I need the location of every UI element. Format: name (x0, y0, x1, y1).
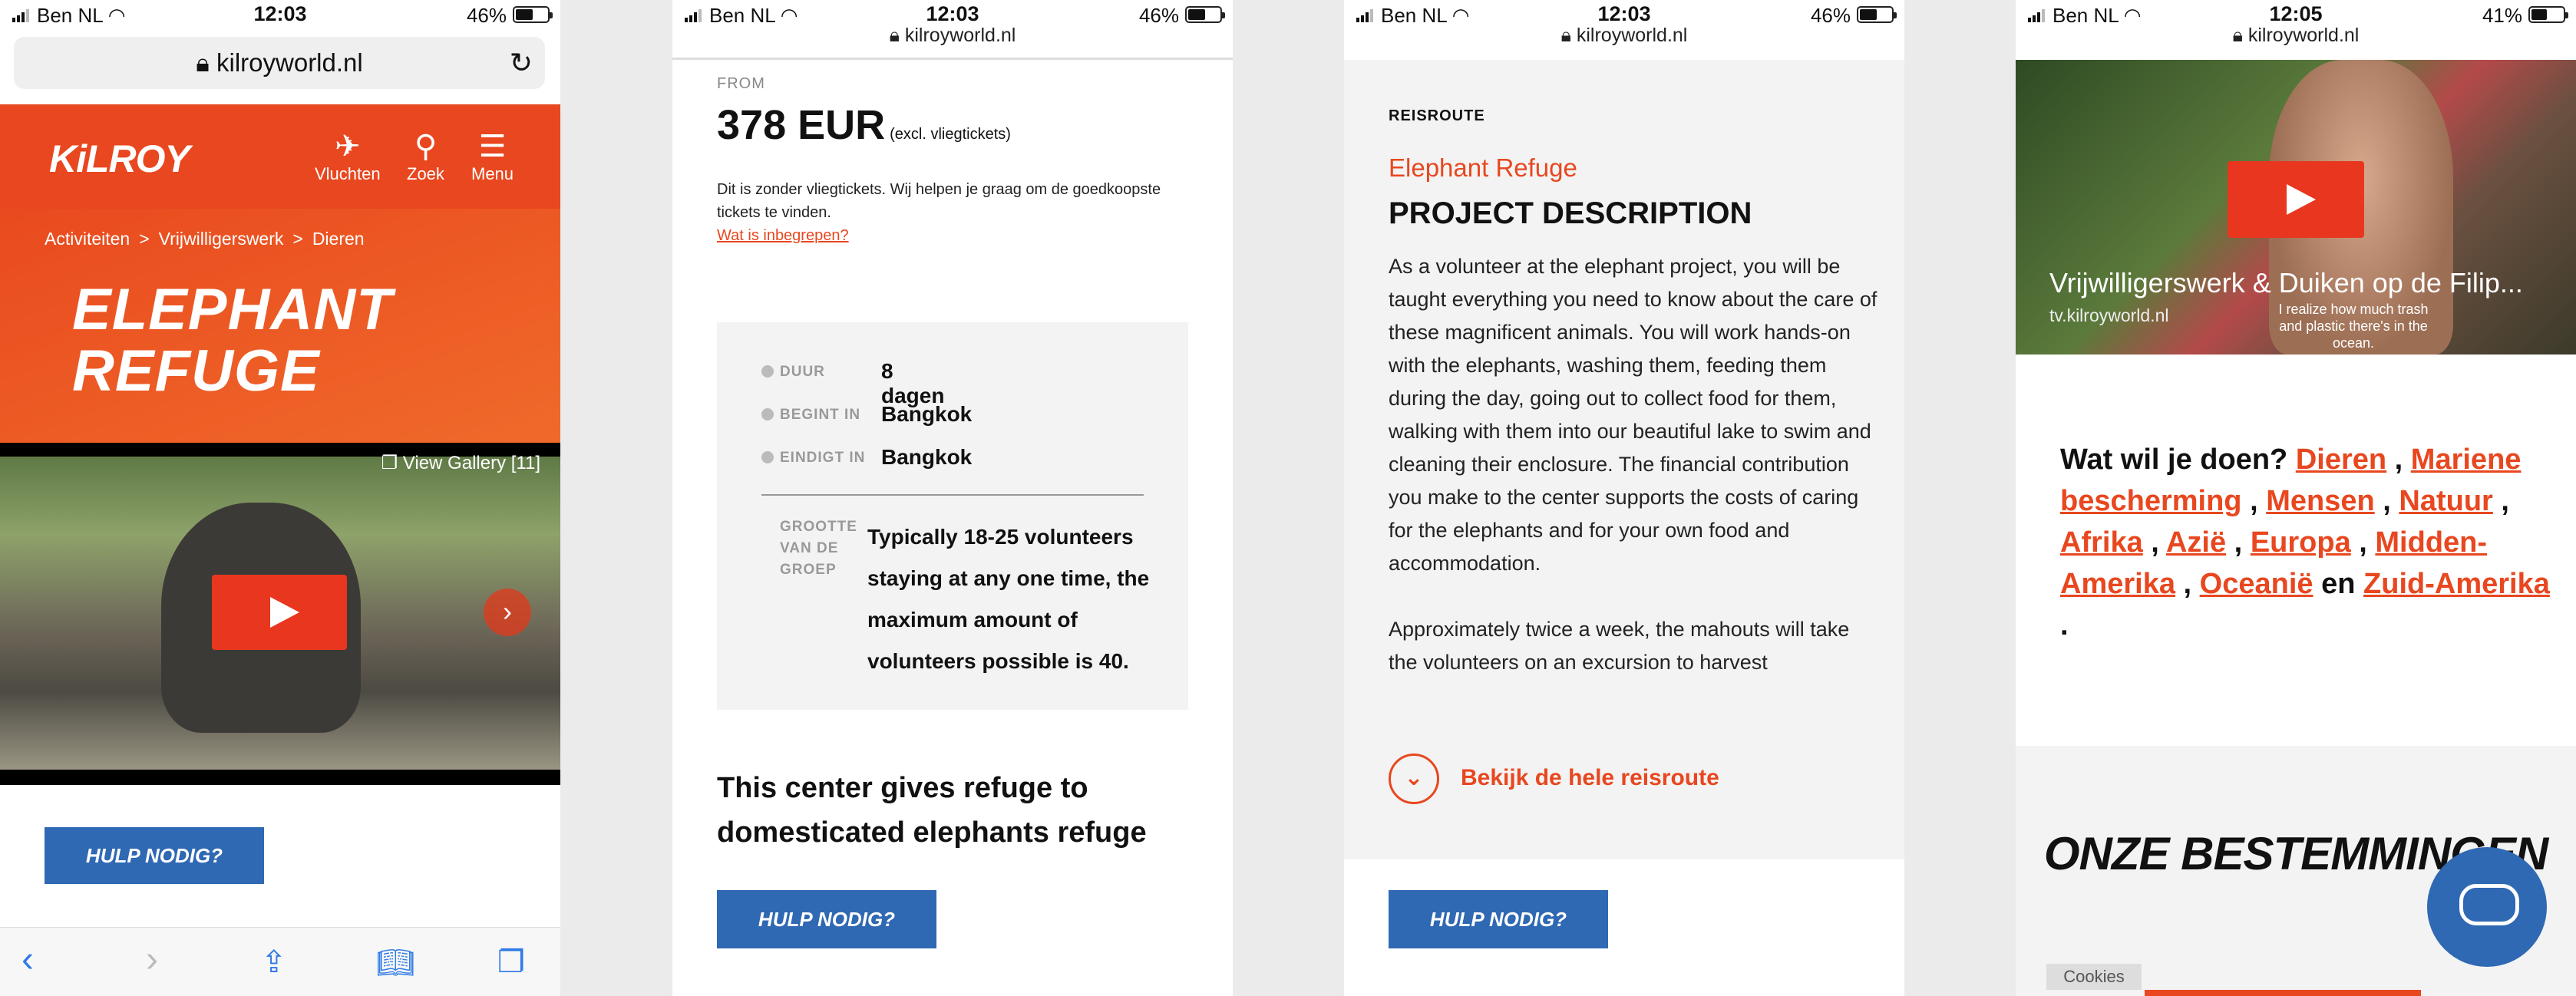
url-text[interactable]: 🔒︎ kilroyworld.nl (672, 25, 1233, 47)
phone-screen-2: Ben NL ◠ 12:03 46% 🔒︎ kilroyworld.nl FROM… (672, 0, 1233, 996)
link-natuur[interactable]: Natuur (2399, 485, 2492, 517)
link-afrika[interactable]: Afrika (2060, 526, 2143, 559)
video-caption: I realize how much trash and plastic the… (2278, 302, 2429, 351)
chevron-right-icon[interactable]: › (484, 589, 531, 636)
forward-icon: › (146, 939, 158, 980)
link-dieren[interactable]: Dieren (2296, 444, 2386, 476)
safari-toolbar: ‹ › ⇪ 📖︎ ❐ (0, 927, 560, 996)
crumb-separator: > (292, 229, 303, 249)
orange-bar (2145, 990, 2421, 996)
activity-question: Wat wil je doen? (2060, 444, 2288, 476)
lock-icon: 🔒︎ (2232, 25, 2248, 46)
price: 378 EUR (excl. vliegtickets) (717, 102, 1011, 148)
crumb-dieren[interactable]: Dieren (312, 229, 365, 249)
address-bar[interactable]: 🔒︎ kilroyworld.nl ↻ (14, 37, 545, 89)
project-description: As a volunteer at the elephant project, … (1389, 255, 1878, 674)
section-label: REISROUTE (1389, 107, 1485, 124)
project-name: Elephant Refuge (1389, 153, 1577, 182)
link-oceanie[interactable]: Oceanië (2200, 568, 2313, 600)
hamburger-icon: ☰ (478, 130, 507, 163)
divider (672, 58, 1233, 60)
pin-icon (761, 408, 774, 420)
fade-overlay (1344, 666, 1904, 712)
view-gallery-link[interactable]: ❐ View Gallery [11] (381, 452, 540, 474)
link-mensen[interactable]: Mensen (2266, 485, 2374, 517)
battery-icon (1857, 6, 1897, 23)
help-button[interactable]: HULP NODIG? (45, 827, 264, 884)
divider (761, 494, 1144, 496)
battery-icon (2528, 6, 2568, 23)
included-link[interactable]: Wat is inbegrepen? (717, 224, 1208, 247)
phone-screen-3: Ben NL ◠ 12:03 46% 🔒︎ kilroyworld.nl REIS… (1344, 0, 1904, 996)
nav-vluchten[interactable]: ✈︎ Vluchten (315, 129, 381, 184)
battery-level: 46% (466, 4, 507, 27)
link-zuid-amerika[interactable]: Zuid-Amerika (2363, 568, 2550, 600)
nav-zoek[interactable]: ⚲ Zoek (407, 129, 444, 184)
url-text[interactable]: 🔒︎ kilroyworld.nl (2016, 25, 2576, 47)
section-heading: PROJECT DESCRIPTION (1389, 196, 1752, 230)
url-text: kilroyworld.nl (216, 48, 363, 77)
pin-icon (761, 451, 774, 463)
share-icon[interactable]: ⇪ (261, 945, 287, 980)
back-icon[interactable]: ‹ (21, 938, 34, 981)
play-button[interactable] (212, 575, 347, 650)
site-header: KiLROY ✈︎ Vluchten ⚲ Zoek ☰ Menu (0, 104, 560, 209)
bookmarks-icon[interactable]: 📖︎ (376, 945, 415, 981)
help-button[interactable]: HULP NODIG? (717, 890, 936, 948)
video-source: tv.kilroyworld.nl (2049, 305, 2169, 325)
gallery-icon: ❐ (381, 453, 403, 473)
clock-icon (761, 365, 774, 378)
hero: Activiteiten > Vrijwilligerswerk > Dieren EL… (0, 209, 560, 443)
conjunction: en (2321, 568, 2356, 600)
lock-icon: 🔒︎ (1560, 25, 1577, 46)
price-from-label: FROM (717, 75, 765, 92)
play-button[interactable] (2228, 161, 2364, 238)
link-europa[interactable]: Europa (2251, 526, 2351, 559)
crumb-vrijwilligerswerk[interactable]: Vrijwilligerswerk (159, 229, 284, 249)
phone-screen-4: Ben NL ◠ 12:05 41% 🔒︎ kilroyworld.nl Vrij… (2016, 0, 2576, 996)
lock-icon: 🔒︎ (889, 25, 905, 46)
lock-icon: 🔒︎ (196, 48, 216, 77)
section-heading: This center gives refuge to domesticated… (717, 772, 1147, 849)
tabs-icon[interactable]: ❐ (497, 945, 525, 980)
phone-screen-1: Ben NL ◠ 12:03 46% 🔒︎ kilroyworld.nl ↻ KiL… (0, 0, 560, 996)
breadcrumb: Activiteiten > Vrijwilligerswerk > Dieren (45, 229, 374, 249)
cookies-button[interactable]: Cookies (2046, 964, 2142, 990)
battery-icon (513, 6, 553, 23)
itinerary-section: REISROUTE Elephant Refuge PROJECT DESCRI… (1344, 60, 1904, 859)
crumb-separator: > (139, 229, 150, 249)
page-title: ELEPHANT REFUGE (72, 277, 393, 404)
chevron-down-icon: ⌄ (1389, 754, 1439, 804)
video-title: Vrijwilligerswerk & Duiken op de Filip..… (2049, 267, 2523, 298)
price-note: Dit is zonder vliegtickets. Wij helpen j… (717, 178, 1208, 247)
help-button[interactable]: HULP NODIG? (1389, 890, 1608, 948)
activity-links: Wat wil je doen? Dieren , Mariene besche… (2060, 444, 2550, 641)
battery-icon (1185, 6, 1225, 23)
gallery-video[interactable]: ❐ View Gallery [11] › (0, 443, 560, 785)
embedded-video[interactable]: Vrijwilligerswerk & Duiken op de Filip..… (2016, 60, 2576, 355)
view-full-route-link[interactable]: ⌄ Bekijk de hele reisroute (1389, 754, 1719, 804)
crumb-activiteiten[interactable]: Activiteiten (45, 229, 130, 249)
link-azie[interactable]: Azië (2166, 526, 2226, 559)
facts-box: DUUR 8 dagen BEGINT IN Bangkok EINDIGT IN B… (717, 322, 1188, 710)
plane-icon: ✈︎ (335, 130, 361, 163)
chat-icon[interactable] (2427, 847, 2547, 967)
search-icon: ⚲ (414, 130, 438, 163)
kilroy-logo[interactable]: KiLROY (49, 137, 190, 181)
url-text[interactable]: 🔒︎ kilroyworld.nl (1344, 25, 1904, 47)
reload-icon[interactable]: ↻ (510, 37, 533, 89)
status-bar: Ben NL ◠ 12:03 46% (0, 0, 560, 31)
nav-menu[interactable]: ☰ Menu (471, 129, 514, 184)
